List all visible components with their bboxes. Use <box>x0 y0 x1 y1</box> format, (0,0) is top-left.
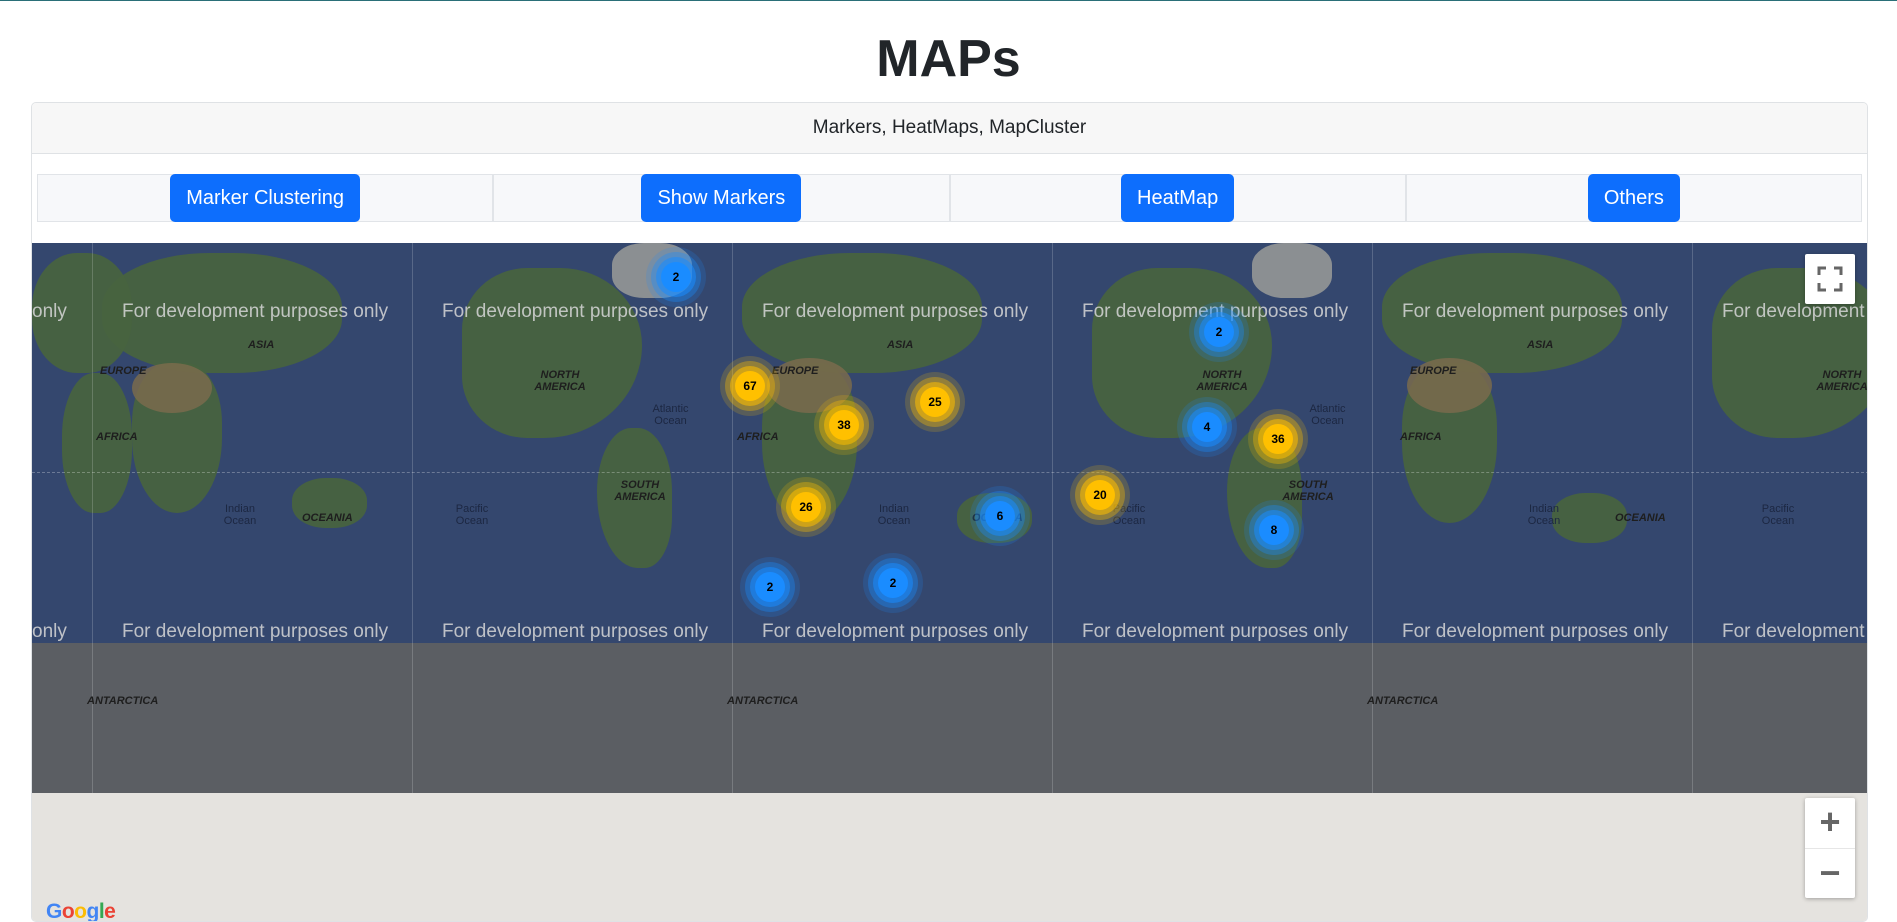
label-africa: AFRICA <box>737 431 779 443</box>
marker-cluster[interactable]: 26 <box>791 492 821 522</box>
label-antarctica: ANTARCTICA <box>87 695 159 707</box>
tile-line <box>1692 243 1693 793</box>
map-empty-area <box>32 793 1867 921</box>
dev-watermark: For development purposes only <box>122 301 389 322</box>
marker-clustering-button[interactable]: Marker Clustering <box>170 174 361 222</box>
button-cell: Marker Clustering <box>37 174 494 222</box>
top-border <box>0 0 1897 1</box>
button-cell: Show Markers <box>493 174 950 222</box>
marker-cluster[interactable]: 4 <box>1192 412 1222 442</box>
button-cell: HeatMap <box>949 174 1406 222</box>
zoom-out-button[interactable]: − <box>1805 849 1855 899</box>
label-asia: ASIA <box>248 339 275 351</box>
marker-cluster[interactable]: 2 <box>755 572 785 602</box>
marker-cluster[interactable]: 20 <box>1085 480 1115 510</box>
marker-cluster[interactable]: 2 <box>878 568 908 598</box>
maps-card: Markers, HeatMaps, MapCluster Marker Clu… <box>31 102 1868 922</box>
label-atlantic-ocean: Atlantic Ocean <box>652 403 689 427</box>
label-north-america: NORTH AMERICA <box>534 369 586 393</box>
dev-watermark: only <box>32 301 67 322</box>
label-pacific-ocean: Pacific Ocean <box>455 503 489 527</box>
equator-line <box>32 472 1867 474</box>
fullscreen-button[interactable] <box>1805 254 1855 304</box>
tile-line <box>1052 243 1053 793</box>
label-oceania: OCEANIA <box>1615 512 1666 524</box>
dev-watermark: For development purposes only <box>442 621 709 642</box>
map-canvas[interactable]: only For development purposes only For d… <box>32 243 1868 793</box>
antarctica <box>32 643 1867 793</box>
marker-cluster[interactable]: 38 <box>829 410 859 440</box>
marker-cluster[interactable]: 2 <box>1204 317 1234 347</box>
dev-watermark: For development purposes only <box>1402 621 1669 642</box>
land-africa-left <box>62 373 132 513</box>
label-africa: AFRICA <box>1400 431 1442 443</box>
label-indian-ocean: Indian Ocean <box>877 503 911 527</box>
label-south-america: SOUTH AMERICA <box>614 479 666 503</box>
page-title: MAPs <box>876 30 1021 88</box>
zoom-controls: + − <box>1805 798 1855 898</box>
dev-watermark: For development purposes only <box>762 621 1029 642</box>
dev-watermark: For development purposes only <box>1402 301 1669 322</box>
card-header: Markers, HeatMaps, MapCluster <box>32 103 1867 154</box>
label-south-america: SOUTH AMERICA <box>1282 479 1334 503</box>
label-asia: ASIA <box>887 339 914 351</box>
label-pacific-ocean: Pacific Ocean <box>1761 503 1795 527</box>
label-north-america: NORTH AMERICA <box>1196 369 1248 393</box>
zoom-in-button[interactable]: + <box>1805 798 1855 849</box>
greenland <box>1252 243 1332 298</box>
label-asia: ASIA <box>1527 339 1554 351</box>
button-row: Marker Clustering Show Markers HeatMap O… <box>37 174 1862 222</box>
label-indian-ocean: Indian Ocean <box>223 503 257 527</box>
marker-cluster[interactable]: 6 <box>985 501 1015 531</box>
land-north-america <box>462 268 642 438</box>
dev-watermark: For development purposes only <box>122 621 389 642</box>
label-north-america: NORTH AMERICA <box>1816 369 1868 393</box>
google-logo: Google <box>46 900 116 922</box>
label-antarctica: ANTARCTICA <box>727 695 799 707</box>
tile-line <box>412 243 413 793</box>
label-atlantic-ocean: Atlantic Ocean <box>1309 403 1346 427</box>
heatmap-button[interactable]: HeatMap <box>1121 174 1235 222</box>
tile-line <box>732 243 733 793</box>
fullscreen-icon <box>1817 266 1843 292</box>
label-antarctica: ANTARCTICA <box>1367 695 1439 707</box>
show-markers-button[interactable]: Show Markers <box>641 174 802 222</box>
dev-watermark: For development purposes only <box>762 301 1029 322</box>
marker-cluster[interactable]: 67 <box>735 371 765 401</box>
label-africa: AFRICA <box>96 431 138 443</box>
label-indian-ocean: Indian Ocean <box>1527 503 1561 527</box>
dev-watermark: For development <box>1722 301 1865 322</box>
label-oceania: OCEANIA <box>302 512 353 524</box>
label-europe: EUROPE <box>772 365 819 377</box>
dev-watermark: only <box>32 621 67 642</box>
label-pacific-ocean: Pacific Ocean <box>1112 503 1146 527</box>
label-europe: EUROPE <box>100 365 147 377</box>
marker-cluster[interactable]: 8 <box>1259 515 1289 545</box>
dev-watermark: For development <box>1722 621 1865 642</box>
tile-line <box>1372 243 1373 793</box>
others-button[interactable]: Others <box>1587 174 1680 222</box>
button-cell: Others <box>1405 174 1862 222</box>
dev-watermark: For development purposes only <box>442 301 709 322</box>
label-europe: EUROPE <box>1410 365 1457 377</box>
dev-watermark: For development purposes only <box>1082 621 1349 642</box>
land-north-america <box>1092 268 1272 438</box>
tile-line <box>92 243 93 793</box>
marker-cluster[interactable]: 25 <box>920 387 950 417</box>
marker-cluster[interactable]: 2 <box>661 262 691 292</box>
marker-cluster[interactable]: 36 <box>1263 424 1293 454</box>
